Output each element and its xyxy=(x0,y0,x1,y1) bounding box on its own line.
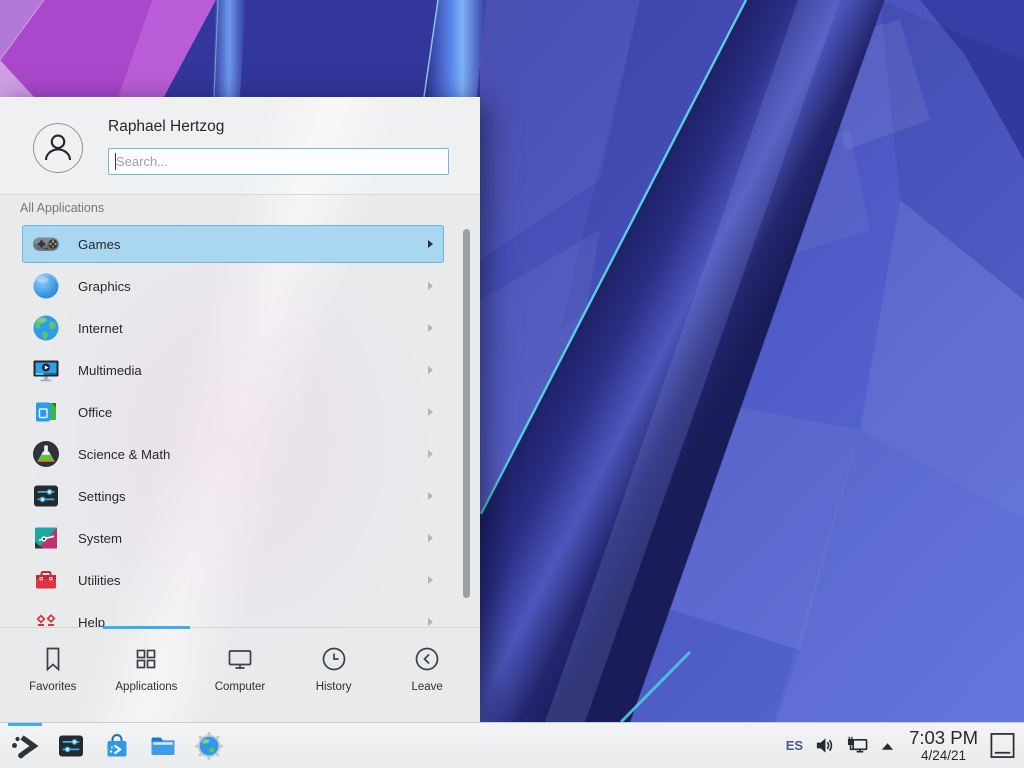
category-label: Office xyxy=(78,405,112,420)
section-label: All Applications xyxy=(20,201,104,215)
tab-applications[interactable]: Applications xyxy=(100,628,194,722)
category-label: Graphics xyxy=(78,279,131,294)
clock-date: 4/24/21 xyxy=(909,749,978,763)
category-help[interactable]: Help xyxy=(22,603,444,628)
category-internet[interactable]: Internet xyxy=(22,309,444,347)
category-label: Utilities xyxy=(78,573,121,588)
text-caret xyxy=(115,153,116,170)
globe-icon xyxy=(30,312,62,344)
category-utilities[interactable]: Utilities xyxy=(22,561,444,599)
user-avatar-icon xyxy=(34,124,82,172)
grid-icon xyxy=(131,644,161,674)
user-avatar[interactable] xyxy=(33,123,83,173)
category-office[interactable]: Office xyxy=(22,393,444,431)
tab-label: Leave xyxy=(412,681,443,693)
system-icon xyxy=(30,522,62,554)
clock-time: 7:03 PM xyxy=(909,729,978,748)
submenu-arrow-icon xyxy=(428,408,433,416)
discover-bag-icon xyxy=(101,730,133,762)
category-label: Multimedia xyxy=(78,363,142,378)
sliders-icon xyxy=(30,480,62,512)
tab-leave[interactable]: Leave xyxy=(380,628,474,722)
application-launcher-button[interactable] xyxy=(8,729,42,763)
sphere-icon xyxy=(30,270,62,302)
tab-history[interactable]: History xyxy=(287,628,381,722)
category-label: Internet xyxy=(78,321,123,336)
lifebuoy-icon xyxy=(30,606,62,628)
clock-icon xyxy=(319,644,349,674)
application-launcher-menu: Raphael Hertzog All Applications Games xyxy=(0,97,480,722)
category-label: Settings xyxy=(78,489,126,504)
category-label: System xyxy=(78,531,122,546)
system-settings-button[interactable] xyxy=(54,729,88,763)
tab-label: History xyxy=(316,681,352,693)
settings-icon xyxy=(55,730,87,762)
category-label: Science & Math xyxy=(78,447,170,462)
keyboard-layout-indicator[interactable]: ES xyxy=(786,738,803,753)
bookmark-icon xyxy=(38,644,68,674)
category-label: Help xyxy=(78,615,105,629)
flask-icon xyxy=(30,438,62,470)
toolbox-icon xyxy=(30,564,62,596)
folder-icon xyxy=(147,730,179,762)
category-games[interactable]: Games xyxy=(22,225,444,263)
desktop-screen: Raphael Hertzog All Applications Games xyxy=(0,0,1024,768)
launcher-header: Raphael Hertzog xyxy=(0,98,480,195)
leave-icon xyxy=(412,644,442,674)
kde-launcher-icon xyxy=(9,730,41,762)
launcher-tab-bar: Favorites Applications Computer xyxy=(0,627,480,722)
taskbar: ES 7:03 PM 4/24/21 xyxy=(0,722,1024,768)
submenu-arrow-icon xyxy=(428,450,433,458)
submenu-arrow-icon xyxy=(428,324,433,332)
active-task-indicator xyxy=(8,723,42,726)
volume-icon[interactable] xyxy=(814,735,835,756)
submenu-arrow-icon xyxy=(428,618,433,626)
system-tray: ES 7:03 PM 4/24/21 xyxy=(786,723,1016,768)
category-graphics[interactable]: Graphics xyxy=(22,267,444,305)
submenu-arrow-icon xyxy=(428,492,433,500)
computer-icon xyxy=(225,644,255,674)
wired-network-icon[interactable] xyxy=(846,735,869,756)
file-manager-button[interactable] xyxy=(146,729,180,763)
user-name: Raphael Hertzog xyxy=(108,118,224,136)
tab-favorites[interactable]: Favorites xyxy=(6,628,100,722)
monitor-play-icon xyxy=(30,354,62,386)
category-list: Games Graphics xyxy=(0,225,480,628)
web-browser-button[interactable] xyxy=(192,729,226,763)
submenu-arrow-icon xyxy=(428,240,433,248)
submenu-arrow-icon xyxy=(428,282,433,290)
tab-computer[interactable]: Computer xyxy=(193,628,287,722)
tab-label: Favorites xyxy=(29,681,76,693)
category-science-math[interactable]: Science & Math xyxy=(22,435,444,473)
tab-label: Computer xyxy=(215,681,266,693)
globe-gear-icon xyxy=(193,730,225,762)
gamepad-icon xyxy=(30,228,62,260)
show-desktop-icon[interactable] xyxy=(989,731,1016,760)
category-label: Games xyxy=(78,237,121,252)
discover-button[interactable] xyxy=(100,729,134,763)
category-settings[interactable]: Settings xyxy=(22,477,444,515)
taskbar-launchers xyxy=(8,723,226,768)
category-multimedia[interactable]: Multimedia xyxy=(22,351,444,389)
search-input[interactable] xyxy=(108,148,449,175)
submenu-arrow-icon xyxy=(428,534,433,542)
category-system[interactable]: System xyxy=(22,519,444,557)
submenu-arrow-icon xyxy=(428,366,433,374)
digital-clock[interactable]: 7:03 PM 4/24/21 xyxy=(909,729,978,763)
expand-tray-icon[interactable] xyxy=(880,741,895,751)
submenu-arrow-icon xyxy=(428,576,433,584)
list-scrollbar[interactable] xyxy=(463,229,470,598)
tab-label: Applications xyxy=(115,681,177,693)
documents-icon xyxy=(30,396,62,428)
